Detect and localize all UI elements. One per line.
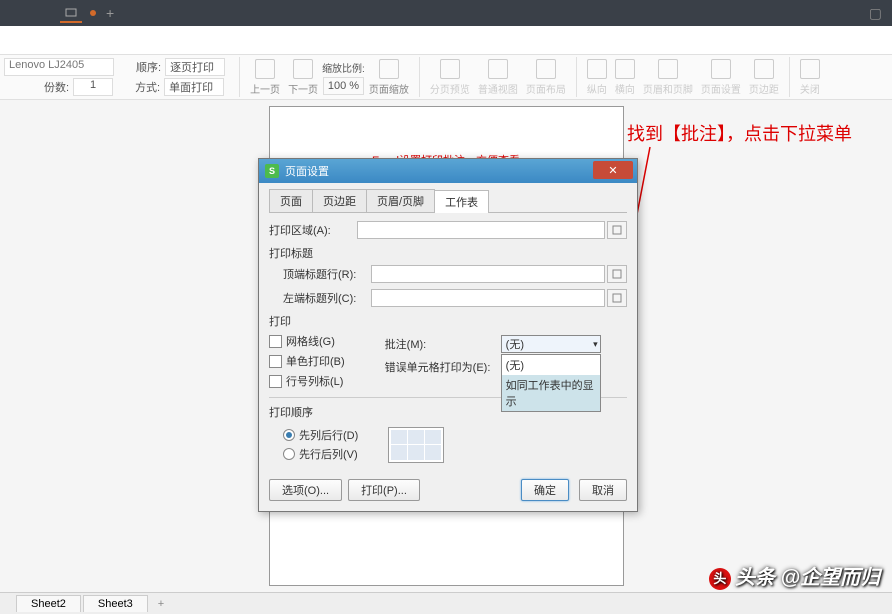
print-area-label: 打印区域(A): bbox=[269, 222, 357, 238]
order-opt1-label: 先列后行(D) bbox=[299, 427, 358, 443]
copies-label: 份数: bbox=[44, 79, 69, 95]
order-opt2-label: 先行后列(V) bbox=[299, 446, 358, 462]
errors-label: 错误单元格打印为(E): bbox=[385, 359, 495, 375]
ok-button[interactable]: 确定 bbox=[521, 479, 569, 501]
title-row-label: 顶端标题行(R): bbox=[283, 266, 371, 282]
copies-input[interactable]: 1 bbox=[73, 78, 113, 96]
page-zoom-button[interactable]: 页面缩放 bbox=[365, 59, 413, 96]
print-section-label: 打印 bbox=[269, 313, 627, 329]
comments-dropdown[interactable]: (无) ▾ (无) 如同工作表中的显示 bbox=[501, 335, 601, 353]
tab-header-footer[interactable]: 页眉/页脚 bbox=[366, 189, 435, 212]
order-radio-over-down[interactable] bbox=[283, 448, 295, 460]
header-footer-button[interactable]: 页眉和页脚 bbox=[639, 59, 697, 96]
mono-checkbox[interactable] bbox=[269, 355, 282, 368]
watermark-icon: 头 bbox=[709, 568, 731, 590]
sheet-tab-bar: Sheet2 Sheet3 + bbox=[0, 592, 892, 614]
app-tab-home[interactable] bbox=[60, 3, 82, 23]
dialog-title-text: 页面设置 bbox=[285, 163, 329, 179]
chevron-down-icon: ▾ bbox=[593, 339, 598, 350]
window-control-icon[interactable]: ▢ bbox=[869, 5, 882, 22]
gridlines-checkbox[interactable] bbox=[269, 335, 282, 348]
zoom-value[interactable]: 100 % bbox=[323, 77, 364, 95]
page-setup-dialog: S 页面设置 ✕ 页面 页边距 页眉/页脚 工作表 打印区域(A): 打印标题 … bbox=[258, 158, 638, 512]
title-row-input[interactable] bbox=[371, 265, 605, 283]
mode-select[interactable]: 单面打印 bbox=[164, 78, 224, 96]
order-preview-icon bbox=[388, 427, 444, 463]
title-col-label: 左端标题列(C): bbox=[283, 290, 371, 306]
close-button[interactable]: 关闭 bbox=[796, 59, 824, 96]
app-icon: S bbox=[265, 164, 279, 178]
rowcol-label: 行号列标(L) bbox=[286, 373, 343, 389]
title-row-picker-button[interactable] bbox=[607, 265, 627, 283]
gridlines-label: 网格线(G) bbox=[286, 333, 335, 349]
rowcol-checkbox[interactable] bbox=[269, 375, 282, 388]
tab-sheet[interactable]: 工作表 bbox=[434, 190, 489, 213]
print-titles-label: 打印标题 bbox=[269, 245, 627, 261]
watermark-text: 头头条 @企望而归 bbox=[709, 561, 880, 590]
comments-value: (无) bbox=[506, 336, 524, 352]
order-select[interactable]: 逐页打印 bbox=[165, 58, 225, 76]
instruction-annotation: 找到【批注】，点击下拉菜单 bbox=[627, 120, 852, 146]
mono-label: 单色打印(B) bbox=[286, 353, 345, 369]
dialog-tabs: 页面 页边距 页眉/页脚 工作表 bbox=[269, 189, 627, 213]
printer-select[interactable]: Lenovo LJ2405 bbox=[4, 58, 114, 76]
dialog-close-button[interactable]: ✕ bbox=[593, 161, 633, 179]
tab-margins[interactable]: 页边距 bbox=[312, 189, 367, 212]
print-area-picker-button[interactable] bbox=[607, 221, 627, 239]
landscape-button[interactable]: 横向 bbox=[611, 59, 639, 96]
new-tab-button[interactable]: + bbox=[106, 5, 114, 21]
comments-option-as-displayed[interactable]: 如同工作表中的显示 bbox=[502, 375, 600, 411]
order-label: 顺序: bbox=[136, 59, 161, 75]
cancel-button[interactable]: 取消 bbox=[579, 479, 627, 501]
comments-option-none[interactable]: (无) bbox=[502, 355, 600, 375]
page-setup-button[interactable]: 页面设置 bbox=[697, 59, 745, 96]
tab-page[interactable]: 页面 bbox=[269, 189, 313, 212]
comments-dropdown-list: (无) 如同工作表中的显示 bbox=[501, 354, 601, 412]
options-button[interactable]: 选项(O)... bbox=[269, 479, 342, 501]
prev-page-button[interactable]: 上一页 bbox=[246, 59, 284, 96]
sheet-tab-2[interactable]: Sheet2 bbox=[16, 595, 81, 612]
portrait-button[interactable]: 纵向 bbox=[583, 59, 611, 96]
add-sheet-button[interactable]: + bbox=[150, 596, 172, 612]
normal-view-button[interactable]: 普通视图 bbox=[474, 59, 522, 96]
mode-label: 方式: bbox=[135, 79, 160, 95]
title-col-picker-button[interactable] bbox=[607, 289, 627, 307]
page-layout-button[interactable]: 页面布局 bbox=[522, 59, 570, 96]
page-break-preview-button[interactable]: 分页预览 bbox=[426, 59, 474, 96]
comments-label: 批注(M): bbox=[385, 336, 495, 352]
next-page-button[interactable]: 下一页 bbox=[284, 59, 322, 96]
print-area-input[interactable] bbox=[357, 221, 605, 239]
ribbon-toolbar: Lenovo LJ2405 顺序: 逐页打印 份数: 1 方式: 单面打印 上一… bbox=[0, 54, 892, 100]
active-indicator-dot bbox=[90, 10, 96, 16]
sheet-tab-3[interactable]: Sheet3 bbox=[83, 595, 148, 612]
margins-button[interactable]: 页边距 bbox=[745, 59, 783, 96]
title-col-input[interactable] bbox=[371, 289, 605, 307]
order-radio-down-over[interactable] bbox=[283, 429, 295, 441]
print-button[interactable]: 打印(P)... bbox=[348, 479, 420, 501]
dialog-titlebar[interactable]: S 页面设置 ✕ bbox=[259, 159, 637, 183]
zoom-label: 缩放比例: bbox=[322, 60, 365, 75]
